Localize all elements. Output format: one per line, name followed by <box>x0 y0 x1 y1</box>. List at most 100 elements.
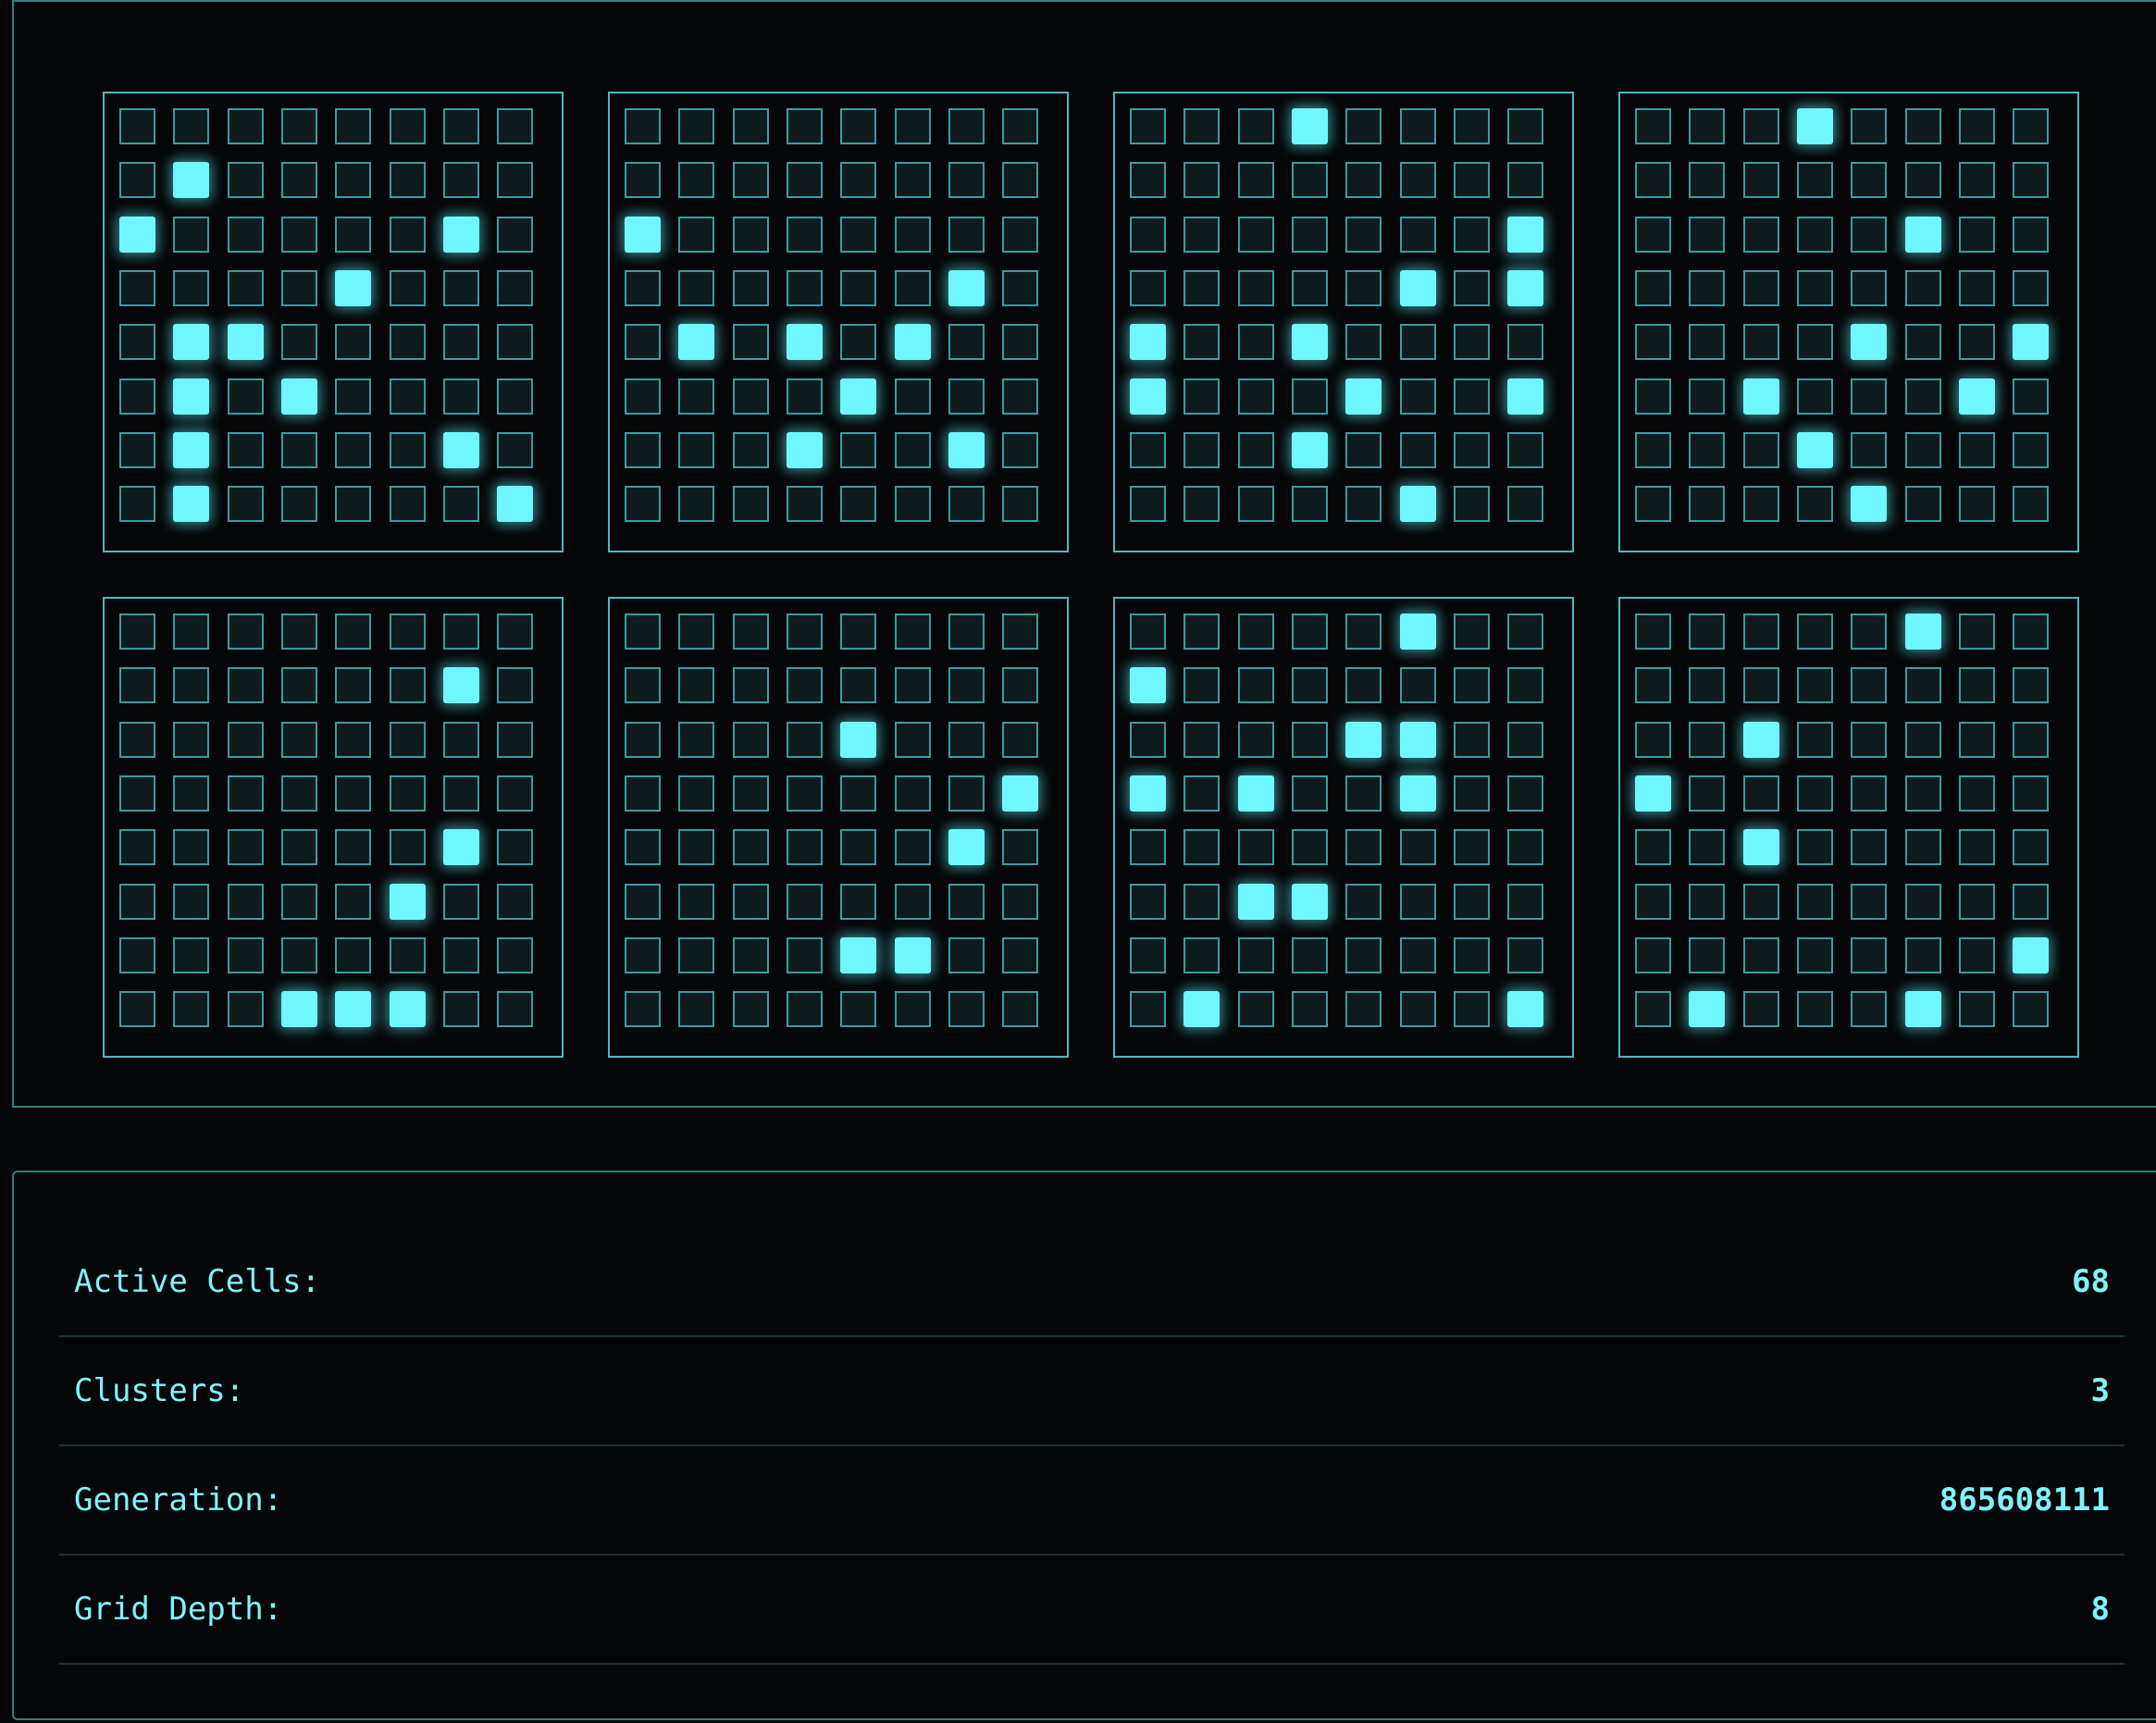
grid-cell[interactable] <box>227 936 264 973</box>
grid-cell[interactable] <box>894 991 931 1028</box>
grid-cell[interactable] <box>497 216 534 253</box>
grid-cell[interactable] <box>625 775 661 812</box>
grid-cell[interactable] <box>497 162 534 199</box>
grid-cell[interactable] <box>1291 936 1328 973</box>
grid-cell[interactable] <box>1237 721 1274 758</box>
grid-cell[interactable] <box>948 216 985 253</box>
grid-cell[interactable] <box>1958 667 1995 704</box>
grid-cell[interactable] <box>227 431 264 468</box>
grid-cell[interactable] <box>119 936 155 973</box>
grid-cell[interactable] <box>1958 216 1995 253</box>
grid-cell[interactable] <box>1689 108 1726 144</box>
grid-cell[interactable] <box>1237 269 1274 306</box>
grid-cell[interactable] <box>894 269 931 306</box>
grid-cell[interactable] <box>1507 431 1544 468</box>
grid-cell[interactable] <box>1635 936 1671 973</box>
grid-cell[interactable] <box>1291 991 1328 1028</box>
grid-cell[interactable] <box>1453 486 1490 523</box>
grid-cell[interactable] <box>1851 216 1888 253</box>
grid-cell[interactable] <box>948 486 985 523</box>
grid-cell[interactable] <box>894 775 931 812</box>
grid-cell[interactable] <box>1130 162 1166 199</box>
grid-cell[interactable] <box>732 829 769 866</box>
grid-cell[interactable] <box>1689 269 1726 306</box>
grid-cell[interactable] <box>442 108 479 144</box>
grid-cell[interactable] <box>389 667 426 704</box>
grid-cell[interactable] <box>1796 829 1833 866</box>
grid-cell[interactable] <box>840 269 877 306</box>
grid-cell[interactable] <box>1635 829 1671 866</box>
grid-cell[interactable] <box>1183 378 1220 415</box>
grid-cell[interactable] <box>1904 721 1941 758</box>
grid-cell[interactable] <box>1002 667 1039 704</box>
grid-cell-active[interactable] <box>173 486 210 523</box>
grid-cell-active[interactable] <box>948 829 985 866</box>
grid-cell[interactable] <box>1183 486 1220 523</box>
grid-cell[interactable] <box>1399 883 1436 920</box>
grid-cell[interactable] <box>227 775 264 812</box>
grid-cell[interactable] <box>1399 378 1436 415</box>
grid-cell[interactable] <box>1689 883 1726 920</box>
grid-cell[interactable] <box>1183 883 1220 920</box>
grid-cell-active[interactable] <box>442 667 479 704</box>
grid-cell[interactable] <box>1851 829 1888 866</box>
grid-cell[interactable] <box>389 269 426 306</box>
grid-cell[interactable] <box>173 936 210 973</box>
grid-cell[interactable] <box>840 829 877 866</box>
grid-cell-active[interactable] <box>119 216 155 253</box>
grid-cell[interactable] <box>389 324 426 361</box>
grid-cell[interactable] <box>948 614 985 650</box>
grid-cell[interactable] <box>1291 614 1328 650</box>
grid-cell[interactable] <box>1635 431 1671 468</box>
grid-cell[interactable] <box>1851 883 1888 920</box>
grid-cell[interactable] <box>948 775 985 812</box>
grid-cell[interactable] <box>1399 667 1436 704</box>
grid-cell[interactable] <box>1904 162 1941 199</box>
grid-cell[interactable] <box>1002 216 1039 253</box>
grid-cell[interactable] <box>2013 216 2050 253</box>
grid-cell[interactable] <box>1183 667 1220 704</box>
grid-cell[interactable] <box>625 883 661 920</box>
grid-cell[interactable] <box>442 936 479 973</box>
grid-cell[interactable] <box>119 829 155 866</box>
grid-cell-active[interactable] <box>948 431 985 468</box>
grid-cell[interactable] <box>1958 162 1995 199</box>
grid-cell[interactable] <box>1796 378 1833 415</box>
grid-cell[interactable] <box>1237 162 1274 199</box>
grid-cell[interactable] <box>1002 614 1039 650</box>
grid-cell-active[interactable] <box>173 431 210 468</box>
grid-cell-active[interactable] <box>2013 936 2050 973</box>
grid-cell-active[interactable] <box>442 431 479 468</box>
grid-cell[interactable] <box>1399 829 1436 866</box>
grid-cell[interactable] <box>1291 667 1328 704</box>
grid-cell[interactable] <box>119 269 155 306</box>
grid-cell[interactable] <box>497 991 534 1028</box>
grid-cell[interactable] <box>1002 108 1039 144</box>
grid-cell[interactable] <box>227 883 264 920</box>
grid-cell[interactable] <box>625 324 661 361</box>
grid-cell[interactable] <box>1291 486 1328 523</box>
grid-cell[interactable] <box>227 486 264 523</box>
grid-cell[interactable] <box>1399 216 1436 253</box>
grid-cell[interactable] <box>625 936 661 973</box>
grid-cell[interactable] <box>1904 486 1941 523</box>
grid-cell[interactable] <box>1851 721 1888 758</box>
grid-cell[interactable] <box>1507 614 1544 650</box>
grid-cell[interactable] <box>1345 775 1382 812</box>
grid-cell[interactable] <box>497 269 534 306</box>
grid-cell[interactable] <box>678 486 715 523</box>
grid-cell[interactable] <box>1851 378 1888 415</box>
grid-cell[interactable] <box>173 614 210 650</box>
grid-cell[interactable] <box>1796 721 1833 758</box>
grid-cell[interactable] <box>1635 324 1671 361</box>
grid-cell-active[interactable] <box>1291 431 1328 468</box>
grid-cell[interactable] <box>948 324 985 361</box>
grid-cell[interactable] <box>1237 936 1274 973</box>
grid-cell[interactable] <box>894 614 931 650</box>
grid-cell[interactable] <box>1507 829 1544 866</box>
grid-cell[interactable] <box>1635 216 1671 253</box>
grid-cell[interactable] <box>1453 162 1490 199</box>
grid-cell-active[interactable] <box>280 991 317 1028</box>
grid-cell[interactable] <box>119 324 155 361</box>
grid-cell[interactable] <box>1689 721 1726 758</box>
